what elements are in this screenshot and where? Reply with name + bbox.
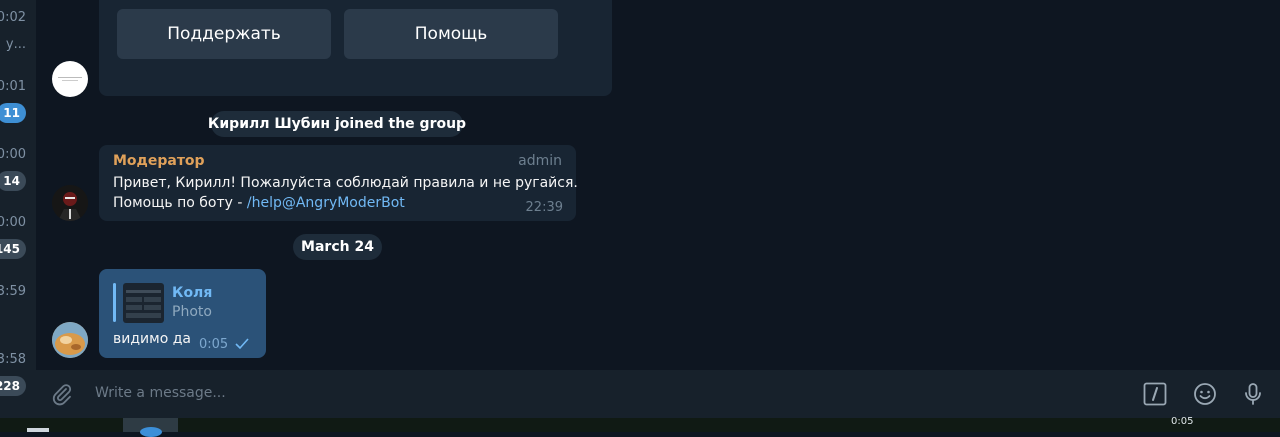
chat-time: 3:59 [0, 284, 26, 299]
chat-list-sidebar[interactable]: 0:02 у... 0:01 11 0:00 14 0:00 145 3:59 … [0, 0, 36, 420]
user-avatar-icon [52, 185, 88, 221]
service-message-joined: Кирилл Шубин joined the group [208, 111, 466, 137]
reply-photo-thumbnail[interactable] [123, 283, 164, 323]
chat-time: 0:01 [0, 79, 26, 94]
attach-icon[interactable] [49, 381, 75, 407]
message-text-line: Помощь по боту - /help@AngryModerBot [113, 195, 405, 211]
unread-badge: 11 [0, 103, 26, 123]
message-composer: Write a message... [36, 370, 1280, 418]
start-icon[interactable] [27, 428, 49, 432]
chat-preview: у... [5, 37, 26, 52]
message-sender-name[interactable]: Модератор [113, 153, 205, 169]
support-button[interactable]: Поддержать [117, 9, 331, 59]
moderator-avatar[interactable] [52, 185, 88, 221]
unread-badge: 228 [0, 376, 26, 396]
bot-message-keyboard: Поддержать Помощь [99, 0, 612, 96]
admin-badge: admin [518, 153, 562, 169]
taskbar-clock: 0:05 [1171, 416, 1194, 427]
message-time: 22:39 [525, 200, 563, 215]
emoji-icon[interactable] [1192, 381, 1218, 407]
chat-time: 0:00 [0, 215, 26, 230]
bot-logo-icon [58, 77, 82, 81]
os-taskbar: 0:05 [0, 416, 1280, 437]
message-input[interactable]: Write a message... [95, 385, 226, 401]
message-time: 0:05 [199, 337, 229, 352]
telegram-app-icon[interactable] [140, 427, 162, 437]
date-divider: March 24 [293, 234, 382, 260]
message-text: Помощь по боту - [113, 195, 247, 211]
microphone-icon[interactable] [1240, 381, 1266, 407]
moderator-message-bubble: Модератор admin Привет, Кирилл! Пожалуйс… [99, 145, 578, 221]
help-button[interactable]: Помощь [344, 9, 558, 59]
bot-commands-icon[interactable] [1142, 381, 1168, 407]
message-text-line: Привет, Кирилл! Пожалуйста соблюдай прав… [113, 175, 578, 191]
own-avatar[interactable] [52, 322, 88, 358]
bot-avatar[interactable] [52, 61, 88, 97]
reply-media-type: Photo [172, 304, 212, 320]
chat-time: 3:58 [0, 352, 26, 367]
unread-badge: 14 [0, 171, 26, 191]
outgoing-message-bubble: Коля Photo видимо да 0:05 [99, 269, 266, 358]
unread-badge: 145 [0, 239, 26, 259]
chat-history[interactable]: Поддержать Помощь Кирилл Шубин joined th… [36, 0, 1280, 370]
sent-check-icon [235, 338, 249, 350]
photo-thumbnail-icon [126, 290, 161, 318]
chat-time: 0:02 [0, 10, 26, 25]
user-avatar-icon [52, 322, 88, 358]
chat-time: 0:00 [0, 147, 26, 162]
reply-quote-bar [113, 283, 116, 322]
message-text: видимо да [113, 331, 191, 347]
bot-command-link[interactable]: /help@AngryModerBot [247, 195, 405, 211]
reply-author: Коля [172, 285, 213, 301]
